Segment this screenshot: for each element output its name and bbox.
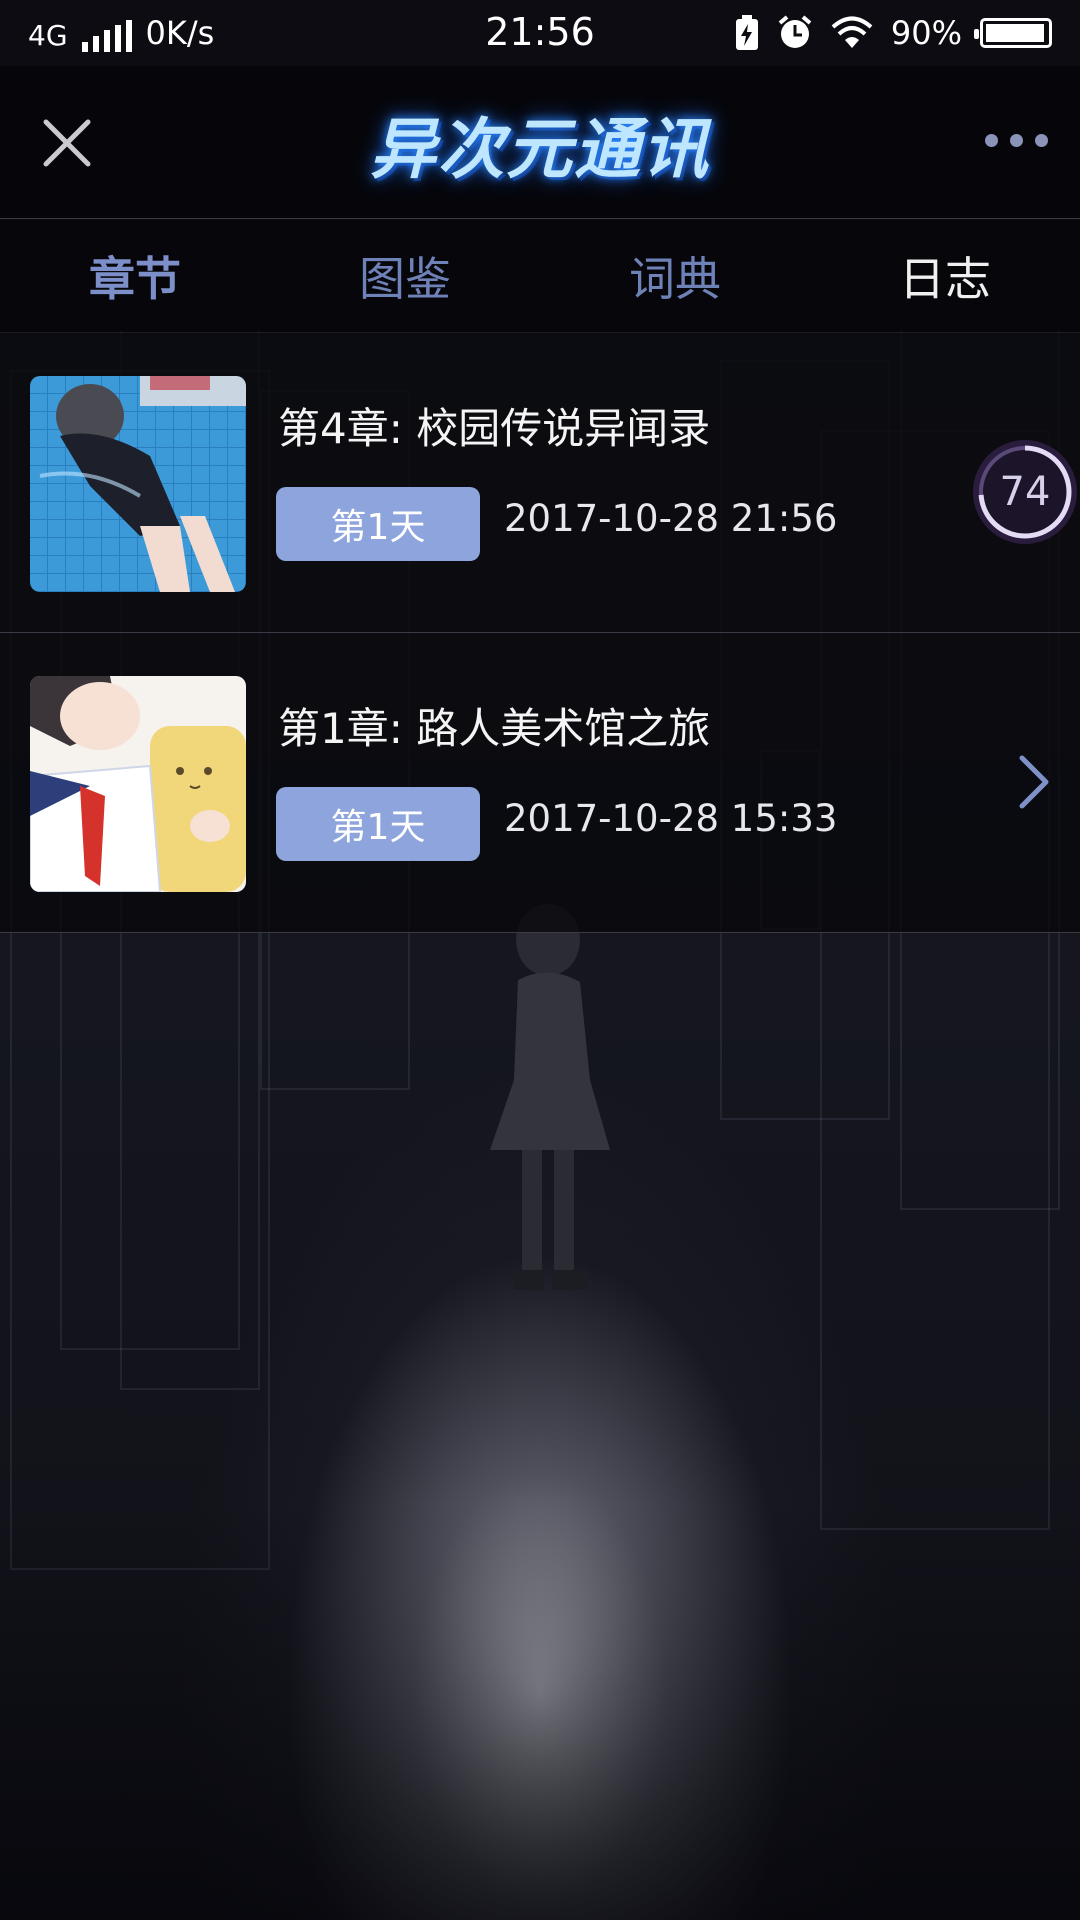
tab-chapters[interactable]: 章节	[0, 220, 270, 332]
app-header: 异次元通讯	[0, 66, 1080, 219]
chapter-date: 2017-10-28 21:56	[504, 497, 838, 540]
tab-gallery[interactable]: 图鉴	[270, 220, 540, 332]
progress-value: 74	[999, 469, 1051, 515]
chapter-thumbnail	[30, 676, 246, 892]
chapter-date: 2017-10-28 15:33	[504, 797, 838, 840]
tab-dictionary[interactable]: 词典	[540, 220, 810, 332]
chapter-item[interactable]: 第4章: 校园传说异闻录 第1天 2017-10-28 21:56	[0, 333, 1080, 633]
battery-percent: 90%	[890, 14, 962, 52]
day-badge: 第1天	[276, 487, 480, 561]
close-icon[interactable]	[40, 116, 94, 170]
charging-icon	[735, 15, 758, 50]
more-icon[interactable]	[985, 134, 1048, 147]
chapter-title: 第4章: 校园传说异闻录	[278, 404, 711, 453]
wifi-icon	[831, 16, 873, 48]
battery-icon	[974, 18, 1052, 48]
chevron-right-icon[interactable]	[1014, 752, 1054, 812]
day-badge: 第1天	[276, 787, 480, 861]
chapter-title: 第1章: 路人美术馆之旅	[278, 704, 711, 753]
tab-bar: 章节 图鉴 词典 日志	[0, 220, 1080, 332]
girl-silhouette	[490, 904, 610, 1290]
chapter-thumbnail	[30, 376, 246, 592]
alarm-icon	[778, 15, 812, 48]
chapter-item[interactable]: 第1章: 路人美术馆之旅 第1天 2017-10-28 15:33	[0, 633, 1080, 933]
tab-log[interactable]: 日志	[810, 220, 1080, 332]
status-bar: 4G 0K/s 21:56 90%	[0, 0, 1080, 66]
app-screen: 4G 0K/s 21:56 90% 异次元通讯 章节 图鉴 词典 日志 第4章:…	[0, 0, 1080, 1920]
app-logo: 异次元通讯	[370, 111, 710, 188]
